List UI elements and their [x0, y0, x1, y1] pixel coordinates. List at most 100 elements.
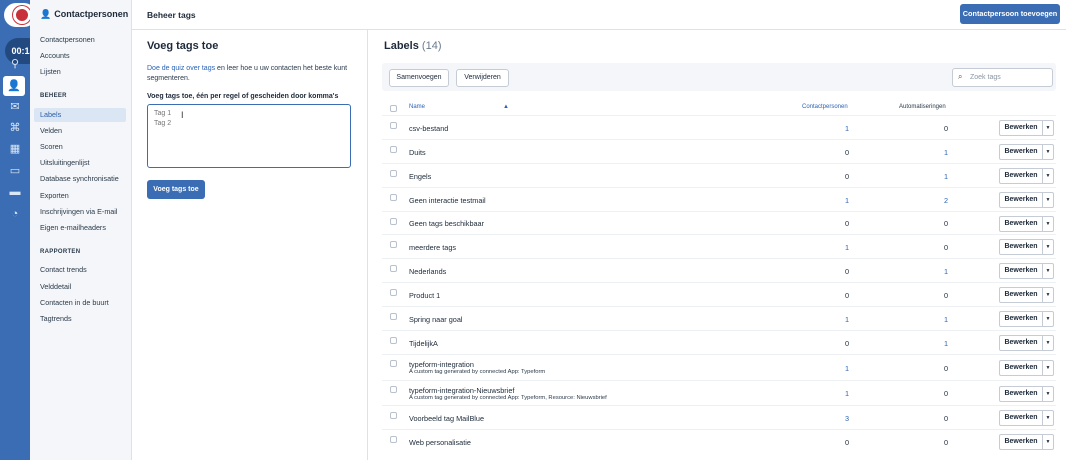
- quiz-link[interactable]: Doe de quiz over tags: [147, 65, 215, 72]
- tags-textarea[interactable]: [147, 104, 351, 168]
- sidebar-item-velden[interactable]: Velden: [34, 124, 126, 138]
- reports-icon[interactable]: ◔: [7, 206, 23, 222]
- automations-count[interactable]: 1: [928, 148, 948, 157]
- chevron-down-icon[interactable]: ▼: [1042, 215, 1054, 232]
- column-contacts[interactable]: Contactpersonen: [802, 104, 848, 110]
- row-checkbox[interactable]: [390, 122, 397, 129]
- labels-toolbar: Samenvoegen Verwijderen ⌕ Zoek tags: [382, 63, 1056, 91]
- chevron-down-icon[interactable]: ▼: [1042, 360, 1054, 376]
- contacts-count[interactable]: 1: [829, 315, 849, 324]
- tag-name: Web personalisatie: [409, 437, 471, 447]
- chevron-down-icon[interactable]: ▼: [1042, 192, 1054, 208]
- automations-count[interactable]: 1: [928, 172, 948, 181]
- tag-description: A custom tag generated by connected App:…: [409, 394, 607, 401]
- automations-count: 0: [943, 363, 948, 373]
- sidebar-item-exporten[interactable]: Exporten: [34, 189, 126, 203]
- edit-button[interactable]: Bewerken: [999, 311, 1043, 327]
- row-checkbox[interactable]: [390, 436, 397, 443]
- row-checkbox[interactable]: [390, 412, 397, 419]
- chevron-down-icon[interactable]: ▼: [1042, 335, 1054, 351]
- sidebar-item-velddetail[interactable]: Velddetail: [34, 280, 126, 294]
- pipeline-icon[interactable]: ▦: [7, 141, 23, 157]
- chevron-down-icon[interactable]: ▼: [1042, 120, 1054, 136]
- contacts-count: 0: [844, 437, 849, 447]
- edit-button[interactable]: Bewerken: [999, 120, 1043, 136]
- row-checkbox[interactable]: [390, 194, 397, 201]
- chevron-down-icon[interactable]: ▼: [1042, 434, 1054, 450]
- sort-asc-icon[interactable]: ▲: [503, 104, 509, 110]
- chevron-down-icon[interactable]: ▼: [1042, 410, 1054, 426]
- contacts-count[interactable]: 3: [829, 414, 849, 423]
- automations-count[interactable]: 1: [928, 339, 948, 348]
- automations-count: 0: [943, 413, 948, 423]
- contacts-count[interactable]: 1: [829, 124, 849, 133]
- chevron-down-icon[interactable]: ▼: [1042, 311, 1054, 327]
- contacts-count: 0: [844, 266, 849, 276]
- automations-count[interactable]: 2: [928, 196, 948, 205]
- sidebar-item-accounts[interactable]: Accounts: [34, 49, 126, 63]
- sidebar-item-inschrijvingen[interactable]: Inschrijvingen via E-mail: [34, 205, 126, 219]
- row-checkbox[interactable]: [390, 337, 397, 344]
- chevron-down-icon[interactable]: ▼: [1042, 287, 1054, 303]
- row-checkbox[interactable]: [390, 265, 397, 272]
- sidebar-item-contactpersonen[interactable]: Contactpersonen: [34, 33, 126, 47]
- sidebar-item-uitsluitingenlijst[interactable]: Uitsluitingenlijst: [34, 156, 126, 170]
- row-checkbox[interactable]: [390, 385, 397, 393]
- search-tags[interactable]: ⌕ Zoek tags: [952, 68, 1053, 87]
- tag-name: Product 1: [409, 290, 441, 300]
- mail-icon[interactable]: ✉: [7, 99, 23, 115]
- sidebar-item-mailheaders[interactable]: Eigen e-mailheaders: [34, 221, 126, 235]
- chevron-down-icon[interactable]: ▼: [1042, 168, 1054, 184]
- website-icon[interactable]: ▬: [7, 184, 23, 200]
- chevron-down-icon[interactable]: ▼: [1042, 144, 1054, 160]
- add-contact-button[interactable]: Contactpersoon toevoegen: [960, 4, 1060, 24]
- edit-button[interactable]: Bewerken: [999, 335, 1043, 351]
- edit-button[interactable]: Bewerken: [999, 263, 1043, 279]
- edit-button[interactable]: Bewerken: [999, 239, 1043, 255]
- sidebar-section-beheer: BEHEER: [40, 93, 67, 99]
- sidebar-item-tagtrends[interactable]: Tagtrends: [34, 312, 126, 326]
- automation-icon[interactable]: ⌘: [7, 120, 23, 136]
- sidebar-item-database-sync[interactable]: Database synchronisatie: [34, 172, 126, 186]
- chevron-down-icon[interactable]: ▼: [1042, 239, 1054, 255]
- sidebar-item-lijsten[interactable]: Lijsten: [34, 65, 126, 79]
- edit-button[interactable]: Bewerken: [999, 360, 1043, 376]
- automations-count[interactable]: 1: [928, 315, 948, 324]
- merge-button[interactable]: Samenvoegen: [389, 69, 449, 87]
- sidebar-item-contact-trends[interactable]: Contact trends: [34, 263, 126, 277]
- edit-button[interactable]: Bewerken: [999, 410, 1043, 426]
- edit-button[interactable]: Bewerken: [999, 215, 1043, 232]
- search-input[interactable]: Zoek tags: [970, 74, 1001, 81]
- row-checkbox[interactable]: [390, 360, 397, 367]
- contacts-count[interactable]: 1: [829, 243, 849, 252]
- location-icon[interactable]: ⚲: [7, 56, 23, 72]
- edit-button[interactable]: Bewerken: [999, 192, 1043, 208]
- row-checkbox[interactable]: [390, 170, 397, 177]
- contacts-icon[interactable]: 👤: [3, 76, 25, 96]
- delete-button[interactable]: Verwijderen: [456, 69, 509, 87]
- row-checkbox[interactable]: [390, 313, 397, 320]
- contacts-count[interactable]: 1: [829, 364, 849, 373]
- table-header: Name ▲ Contactpersonen Automatiseringen: [382, 103, 1056, 115]
- chevron-down-icon[interactable]: ▼: [1042, 385, 1054, 402]
- chevron-down-icon[interactable]: ▼: [1042, 263, 1054, 279]
- edit-button[interactable]: Bewerken: [999, 434, 1043, 450]
- row-checkbox[interactable]: [390, 289, 397, 296]
- contacts-count[interactable]: 1: [829, 196, 849, 205]
- conversations-icon[interactable]: ▭: [7, 163, 23, 179]
- column-name[interactable]: Name: [409, 104, 425, 110]
- add-tags-button[interactable]: Voeg tags toe: [147, 180, 205, 199]
- row-checkbox[interactable]: [390, 241, 397, 248]
- contacts-count[interactable]: 1: [829, 389, 849, 398]
- edit-button[interactable]: Bewerken: [999, 287, 1043, 303]
- edit-button[interactable]: Bewerken: [999, 144, 1043, 160]
- row-checkbox[interactable]: [390, 217, 397, 225]
- automations-count[interactable]: 1: [928, 267, 948, 276]
- row-checkbox[interactable]: [390, 146, 397, 153]
- sidebar-item-scoren[interactable]: Scoren: [34, 140, 126, 154]
- sidebar-item-contacten-buurt[interactable]: Contacten in de buurt: [34, 296, 126, 310]
- edit-button[interactable]: Bewerken: [999, 385, 1043, 402]
- select-all-checkbox[interactable]: [390, 105, 397, 112]
- sidebar-item-labels[interactable]: Labels: [34, 108, 126, 122]
- edit-button[interactable]: Bewerken: [999, 168, 1043, 184]
